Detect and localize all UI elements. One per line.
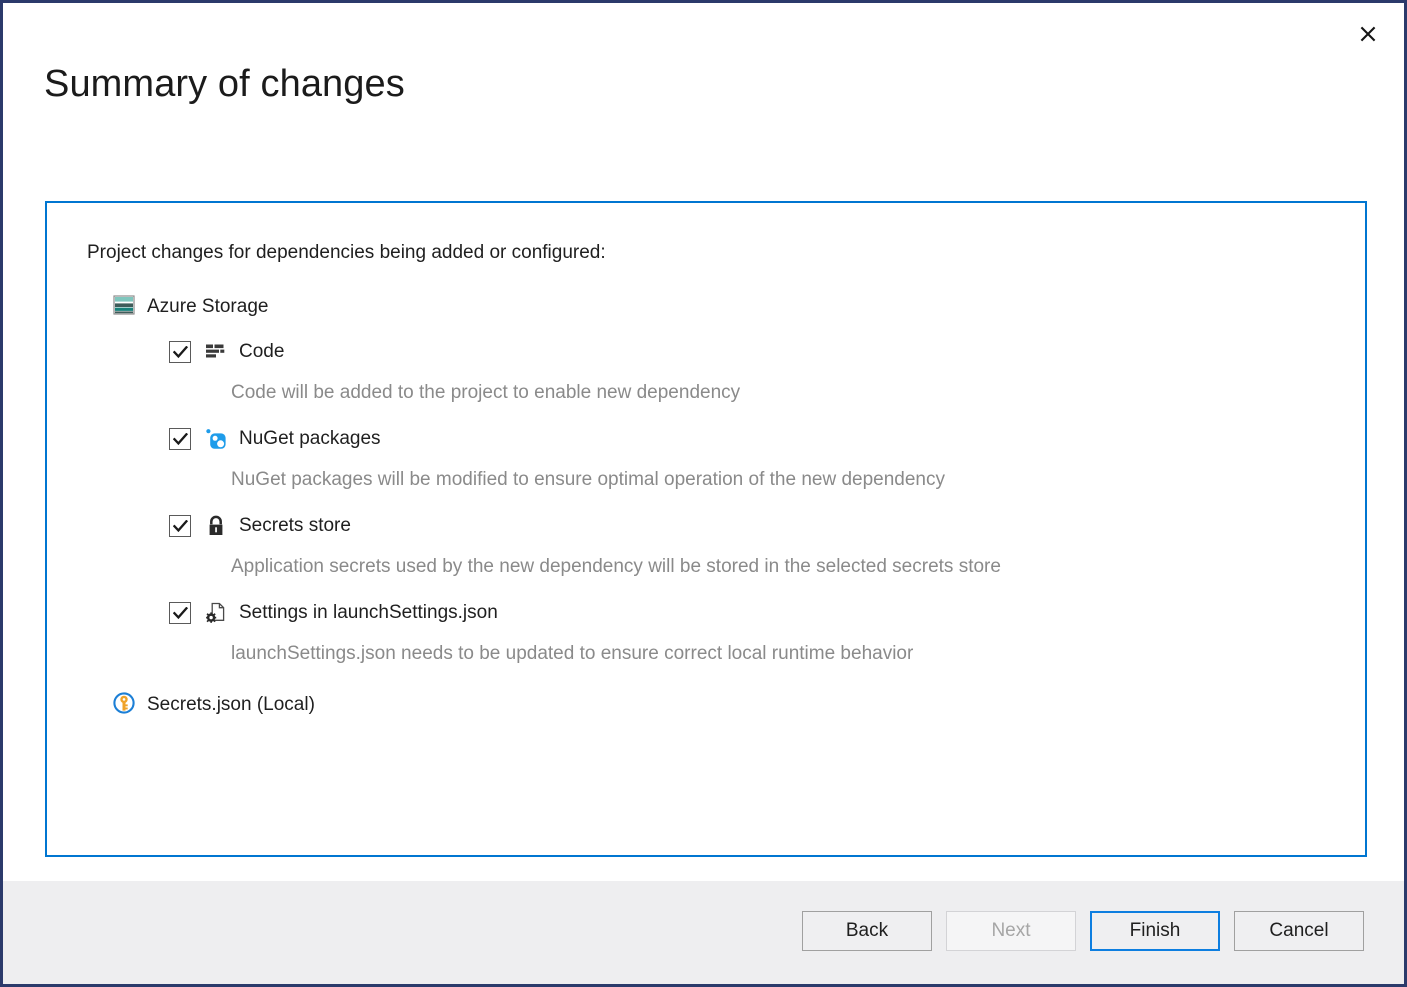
- change-item-label: NuGet packages: [239, 428, 381, 450]
- changes-panel: Project changes for dependencies being a…: [45, 201, 1367, 857]
- key-circle-glyph: [113, 692, 135, 714]
- change-item-launchsettings[interactable]: Settings in launchSettings.json: [169, 600, 1355, 626]
- panel-intro-text: Project changes for dependencies being a…: [87, 242, 606, 264]
- azure-storage-icon: [113, 295, 135, 320]
- key-circle-icon: [113, 692, 135, 719]
- checkbox-code[interactable]: [169, 341, 191, 363]
- check-icon: [173, 607, 188, 620]
- settings-file-icon: [205, 602, 227, 624]
- lock-glyph: [206, 515, 226, 537]
- changes-tree: Azure Storage: [87, 293, 1355, 719]
- check-icon: [173, 433, 188, 446]
- change-item-description: Code will be added to the project to ena…: [231, 382, 1355, 404]
- next-button[interactable]: Next: [946, 911, 1076, 951]
- checkbox-secrets-store[interactable]: [169, 515, 191, 537]
- code-glyph: [205, 342, 227, 362]
- change-item-secrets-store[interactable]: Secrets store: [169, 513, 1355, 539]
- tree-node-label: Secrets.json (Local): [147, 694, 315, 716]
- footer-bar: Back Next Finish Cancel: [3, 881, 1404, 984]
- nuget-icon: [205, 428, 227, 450]
- check-icon: [173, 520, 188, 533]
- check-icon: [173, 346, 188, 359]
- azure-storage-glyph: [113, 295, 135, 315]
- change-item-label: Settings in launchSettings.json: [239, 602, 498, 624]
- checkbox-nuget[interactable]: [169, 428, 191, 450]
- list-item: Settings in launchSettings.json launchSe…: [87, 600, 1355, 665]
- dialog-window: Summary of changes Project changes for d…: [0, 0, 1407, 987]
- list-item: Code Code will be added to the project t…: [87, 339, 1355, 404]
- footer-button-group: Back Next Finish Cancel: [802, 911, 1364, 951]
- finish-button[interactable]: Finish: [1090, 911, 1220, 951]
- change-item-nuget[interactable]: NuGet packages: [169, 426, 1355, 452]
- change-item-description: Application secrets used by the new depe…: [231, 556, 1355, 578]
- change-item-code[interactable]: Code: [169, 339, 1355, 365]
- change-item-label: Secrets store: [239, 515, 351, 537]
- back-button[interactable]: Back: [802, 911, 932, 951]
- cancel-button[interactable]: Cancel: [1234, 911, 1364, 951]
- settings-file-glyph: [205, 602, 227, 624]
- close-icon[interactable]: [1348, 17, 1388, 51]
- code-icon: [205, 341, 227, 363]
- change-item-description: NuGet packages will be modified to ensur…: [231, 469, 1355, 491]
- change-item-label: Code: [239, 341, 284, 363]
- lock-icon: [205, 515, 227, 537]
- page-title: Summary of changes: [44, 63, 405, 107]
- tree-group-azure-storage[interactable]: Azure Storage: [113, 293, 1355, 321]
- tree-node-secrets-json[interactable]: Secrets.json (Local): [113, 691, 1355, 719]
- checkbox-launchsettings[interactable]: [169, 602, 191, 624]
- changes-item-list: Code Code will be added to the project t…: [87, 339, 1355, 665]
- tree-group-label: Azure Storage: [147, 296, 268, 318]
- list-item: NuGet packages NuGet packages will be mo…: [87, 426, 1355, 491]
- change-item-description: launchSettings.json needs to be updated …: [231, 643, 1355, 665]
- nuget-glyph: [205, 428, 227, 450]
- list-item: Secrets store Application secrets used b…: [87, 513, 1355, 578]
- close-glyph: [1358, 24, 1378, 44]
